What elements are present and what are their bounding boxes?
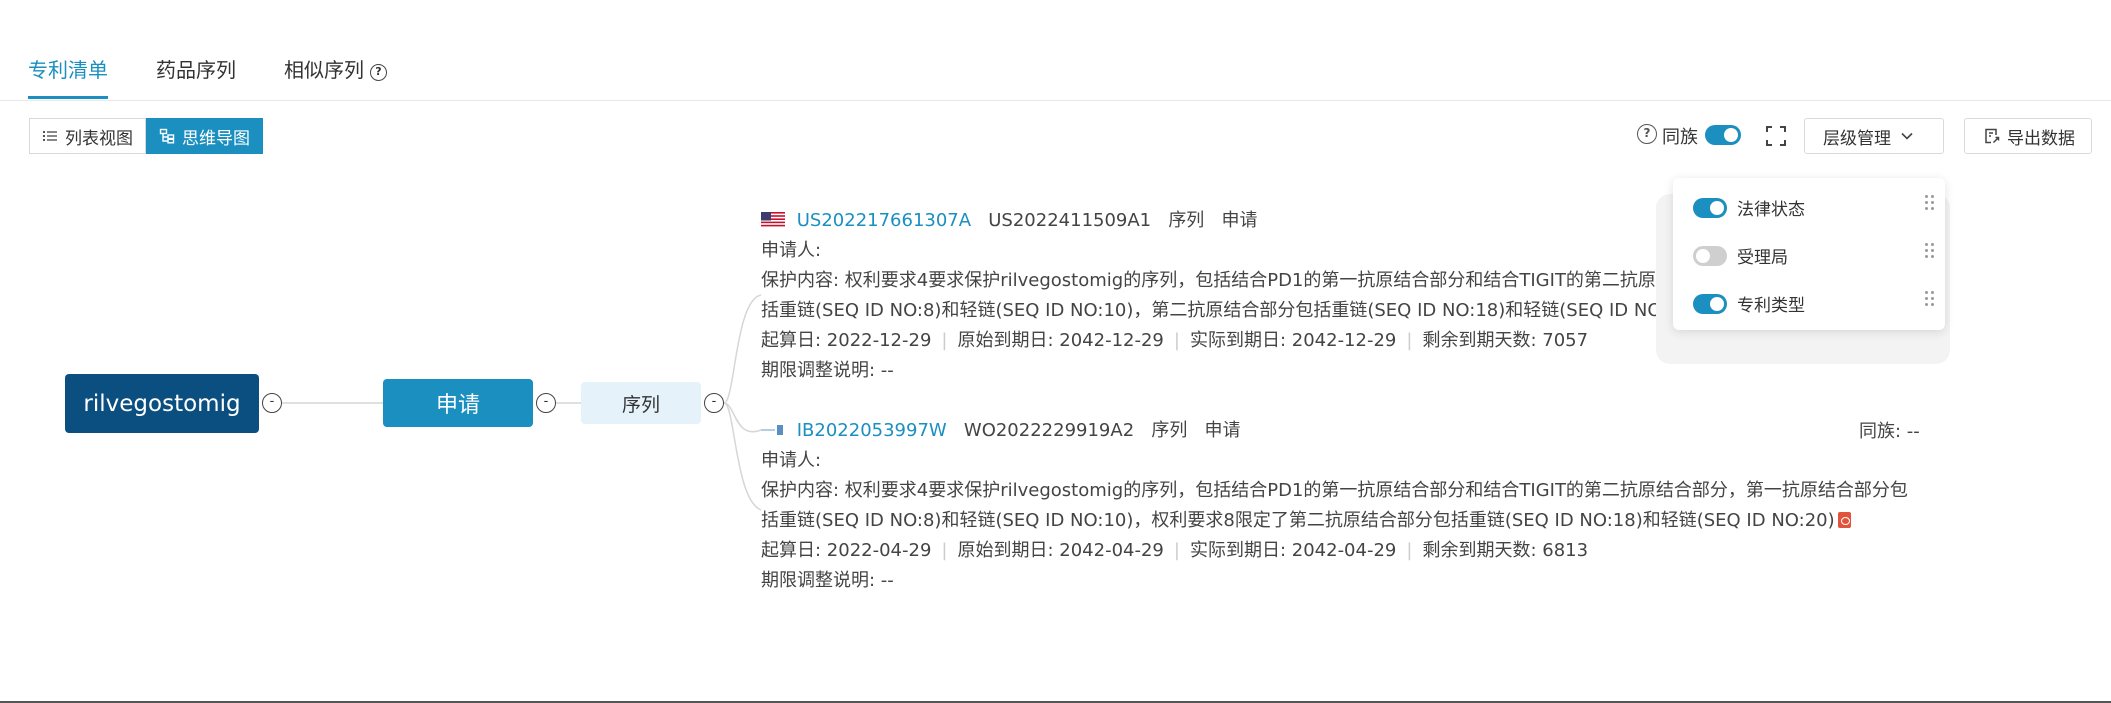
start-date: 起算日: 2022-04-29: [761, 540, 932, 561]
patent-number-link[interactable]: IB2022053997W: [797, 420, 947, 441]
office-toggle[interactable]: [1693, 245, 1727, 266]
collapse-application-icon[interactable]: -: [536, 393, 556, 413]
level-item-legal-status: 法律状态: [1693, 195, 1934, 220]
date-row: 起算日: 2022-04-29 | 原始到期日: 2042-04-29 | 实际到期日:…: [761, 540, 1589, 561]
collapse-root-icon[interactable]: -: [262, 393, 282, 413]
collapse-sequence-icon[interactable]: -: [704, 393, 724, 413]
term-adjustment: 期限调整说明: --: [761, 570, 894, 591]
drag-handle-icon[interactable]: [1925, 243, 1937, 265]
actual-expiry: 实际到期日: 2042-04-29: [1189, 540, 1397, 561]
mindmap-root-node[interactable]: rilvegostomig: [65, 374, 259, 433]
level-management-panel: 法律状态 受理局 专利类型: [1673, 178, 1945, 330]
protection-content-line2-text: 括重链(SEQ ID NO:8)和轻链(SEQ ID NO:10)，权利要求8限…: [761, 510, 1835, 531]
applicant: 申请人:: [761, 450, 822, 471]
pdf-icon[interactable]: [1837, 512, 1851, 528]
drag-handle-icon[interactable]: [1925, 195, 1937, 217]
tag-application: 申请: [1204, 420, 1241, 441]
original-expiry: 原始到期日: 2042-04-29: [957, 540, 1164, 561]
family-count: 同族: --: [1859, 421, 1920, 442]
patent-type-toggle[interactable]: [1693, 293, 1727, 314]
patent-card: IB2022053997W WO2022229919A2 序列 申请 申请人: …: [761, 416, 1921, 596]
publication-number: WO2022229919A2: [963, 420, 1135, 441]
remaining-days: 剩余到期天数: 6813: [1422, 540, 1589, 561]
patent-type-label: 专利类型: [1737, 296, 1805, 316]
mindmap-application-node[interactable]: 申请: [383, 379, 533, 427]
drag-handle-icon[interactable]: [1925, 291, 1937, 313]
patent-header: IB2022053997W WO2022229919A2 序列 申请: [761, 416, 1921, 446]
office-label: 受理局: [1737, 248, 1788, 268]
protection-content-line1: 保护内容: 权利要求4要求保护rilvegostomig的序列，包括结合PD1的…: [761, 480, 1908, 501]
start-date: 起算日: 2022-12-29: [761, 330, 932, 351]
tag-sequence: 序列: [1168, 210, 1205, 231]
patent-number-link[interactable]: US202217661307A: [797, 210, 971, 231]
us-flag-icon: [761, 212, 785, 228]
level-item-patent-type: 专利类型: [1693, 291, 1934, 316]
protection-content-line2: 括重链(SEQ ID NO:8)和轻链(SEQ ID NO:10)，权利要求8限…: [761, 506, 1921, 536]
original-expiry: 原始到期日: 2042-12-29: [957, 330, 1164, 351]
actual-expiry: 实际到期日: 2042-12-29: [1189, 330, 1397, 351]
tag-sequence: 序列: [1151, 420, 1188, 441]
mindmap-sequence-node[interactable]: 序列: [581, 382, 701, 424]
publication-number: US2022411509A1: [988, 210, 1152, 231]
legal-status-label: 法律状态: [1737, 200, 1805, 220]
level-item-office: 受理局: [1693, 243, 1934, 268]
wo-flag-icon: [761, 424, 785, 436]
tag-application: 申请: [1221, 210, 1258, 231]
remaining-days: 剩余到期天数: 7057: [1422, 330, 1589, 351]
legal-status-toggle[interactable]: [1693, 197, 1727, 218]
